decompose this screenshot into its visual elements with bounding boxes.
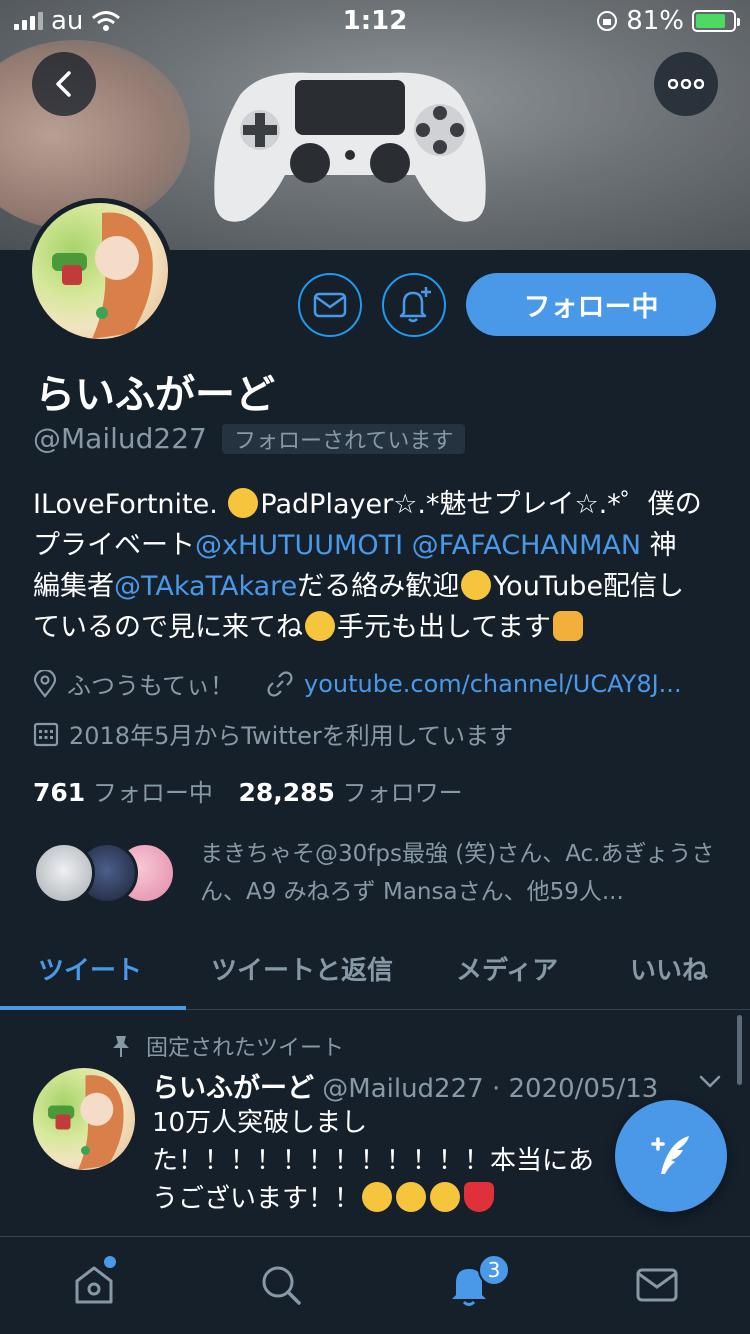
- nav-messages[interactable]: [633, 1261, 681, 1309]
- mail-icon: [313, 292, 347, 318]
- profile-bio: ILoveFortnite. PadPlayer☆.*魅せプレイ☆.*゜僕の プ…: [33, 484, 723, 648]
- orientation-lock-icon: [597, 11, 618, 31]
- crying-emoji-icon: [362, 1182, 393, 1212]
- known-follower-avatar[interactable]: [33, 842, 95, 904]
- mail-icon: [636, 1268, 678, 1302]
- tab-likes[interactable]: いいね: [630, 950, 708, 987]
- kiss-emoji-icon: [305, 611, 335, 641]
- battery-percent: 81%: [626, 6, 684, 36]
- tweet-line: うございます！！: [152, 1184, 361, 1214]
- red-heart-emoji-icon: [464, 1182, 495, 1212]
- following-count: 761: [33, 778, 86, 807]
- bell-plus-icon: [399, 287, 431, 323]
- tweet-line: 10万人突破しまし: [152, 1108, 368, 1138]
- user-handle: @Mailud227: [33, 422, 207, 455]
- display-name: らいふがーど: [35, 372, 275, 418]
- pin-icon: [113, 1036, 129, 1057]
- message-button[interactable]: [298, 273, 362, 337]
- scrollbar[interactable]: [737, 1015, 742, 1085]
- chevron-down-icon[interactable]: [698, 1074, 722, 1090]
- bio-text: YouTube配信し: [493, 571, 685, 602]
- known-followers-text[interactable]: まきちゃそ@30fps最強 (笑)さん、Ac.あぎょうさん、A9 みねろず Ma…: [200, 835, 720, 911]
- following-label: フォロー中: [92, 779, 213, 807]
- tweet-header: らいふがーど @Mailud227 · 2020/05/13: [152, 1066, 658, 1105]
- link-icon: [267, 670, 293, 697]
- tweet-author-name[interactable]: らいふがーど: [152, 1073, 314, 1104]
- website-link[interactable]: youtube.com/channel/UCAY8J...: [304, 670, 682, 698]
- battery-icon: [692, 10, 740, 32]
- bio-text: だる絡み歓迎: [297, 571, 460, 602]
- tab-tweets[interactable]: ツイート: [38, 950, 142, 987]
- more-options-button[interactable]: [654, 52, 718, 116]
- joined-date: 2018年5月からTwitterを利用しています: [69, 722, 514, 750]
- followers-count: 28,285: [238, 778, 335, 807]
- tab-tweets-and-replies[interactable]: ツイートと返信: [211, 950, 393, 987]
- profile-tabs: ツイート ツイートと返信 メディア いいね: [0, 940, 750, 1010]
- search-icon: [262, 1266, 301, 1305]
- avatar-illustration: [52, 212, 153, 339]
- bottom-navigation: [0, 1236, 750, 1334]
- notifications-toggle-button[interactable]: [382, 273, 446, 337]
- home-icon: [75, 1266, 113, 1304]
- location-pin-icon: [33, 669, 57, 698]
- bio-text: プライベート: [33, 530, 195, 561]
- location-text: ふつうもてぃ！: [67, 672, 235, 700]
- follows-you-badge: フォローされています: [222, 424, 466, 454]
- joined-row: 2018年5月からTwitterを利用しています: [33, 716, 513, 751]
- chevron-left-icon: [56, 71, 71, 97]
- game-controller-image: [214, 72, 486, 222]
- calendar-icon: [33, 722, 59, 746]
- follow-counts: 761 フォロー中 28,285 フォロワー: [33, 773, 463, 808]
- mention-link[interactable]: @TAkaTAkare: [114, 571, 297, 602]
- thumbs-up-emoji-icon: [552, 611, 583, 641]
- sunglasses-emoji-icon: [228, 488, 259, 518]
- tweet-text[interactable]: 10万人突破しまし た！！！！！！！！！！！！本当にあ うございます！！: [152, 1104, 622, 1218]
- mention-link[interactable]: @FAFACHANMAN: [412, 530, 641, 561]
- bio-text: ているので見に来てね: [33, 612, 303, 643]
- avatar-illustration: [48, 1075, 124, 1170]
- nav-home[interactable]: [70, 1261, 118, 1309]
- profile-meta-row: ふつうもてぃ！ youtube.com/channel/UCAY8J...: [33, 666, 682, 701]
- tweet-author-avatar[interactable]: [33, 1068, 135, 1170]
- followers-label: フォロワー: [342, 779, 463, 807]
- back-button[interactable]: [32, 52, 96, 116]
- profile-avatar[interactable]: [27, 198, 173, 344]
- pinned-label: 固定されたツイート: [146, 1036, 345, 1061]
- tab-media[interactable]: メディア: [456, 950, 558, 987]
- heart-eyes-emoji-icon: [461, 570, 492, 600]
- pinned-label-row: 固定されたツイート: [110, 1030, 344, 1062]
- bio-text: ILoveFortnite.: [33, 489, 218, 520]
- active-tab-indicator: [0, 1006, 186, 1010]
- notifications-badge: 3: [478, 1254, 510, 1286]
- home-new-content-dot: [104, 1256, 116, 1268]
- mention-link[interactable]: @xHUTUUMOTI: [195, 530, 403, 561]
- bio-text: 手元も出してます: [337, 612, 551, 643]
- more-horizontal-icon: [668, 79, 704, 89]
- compose-feather-icon: [651, 1136, 689, 1174]
- bio-text: PadPlayer☆.*魅せプレイ☆.*゜僕の: [260, 489, 702, 520]
- bio-text: 編集者: [33, 571, 114, 602]
- compose-tweet-button[interactable]: [615, 1100, 727, 1212]
- followers-count-link[interactable]: 28,285 フォロワー: [238, 778, 463, 807]
- crying-emoji-icon: [430, 1182, 461, 1212]
- following-button[interactable]: フォロー中: [466, 273, 716, 336]
- tweet-line: た！！！！！！！！！！！！本当にあ: [152, 1146, 595, 1176]
- crying-emoji-icon: [396, 1182, 427, 1212]
- nav-search[interactable]: [257, 1261, 305, 1309]
- tweet-handle-date: @Mailud227 · 2020/05/13: [322, 1074, 659, 1104]
- bio-text: 神: [649, 530, 677, 561]
- following-count-link[interactable]: 761 フォロー中: [33, 778, 220, 807]
- status-bar: au 1:12 81%: [0, 0, 750, 40]
